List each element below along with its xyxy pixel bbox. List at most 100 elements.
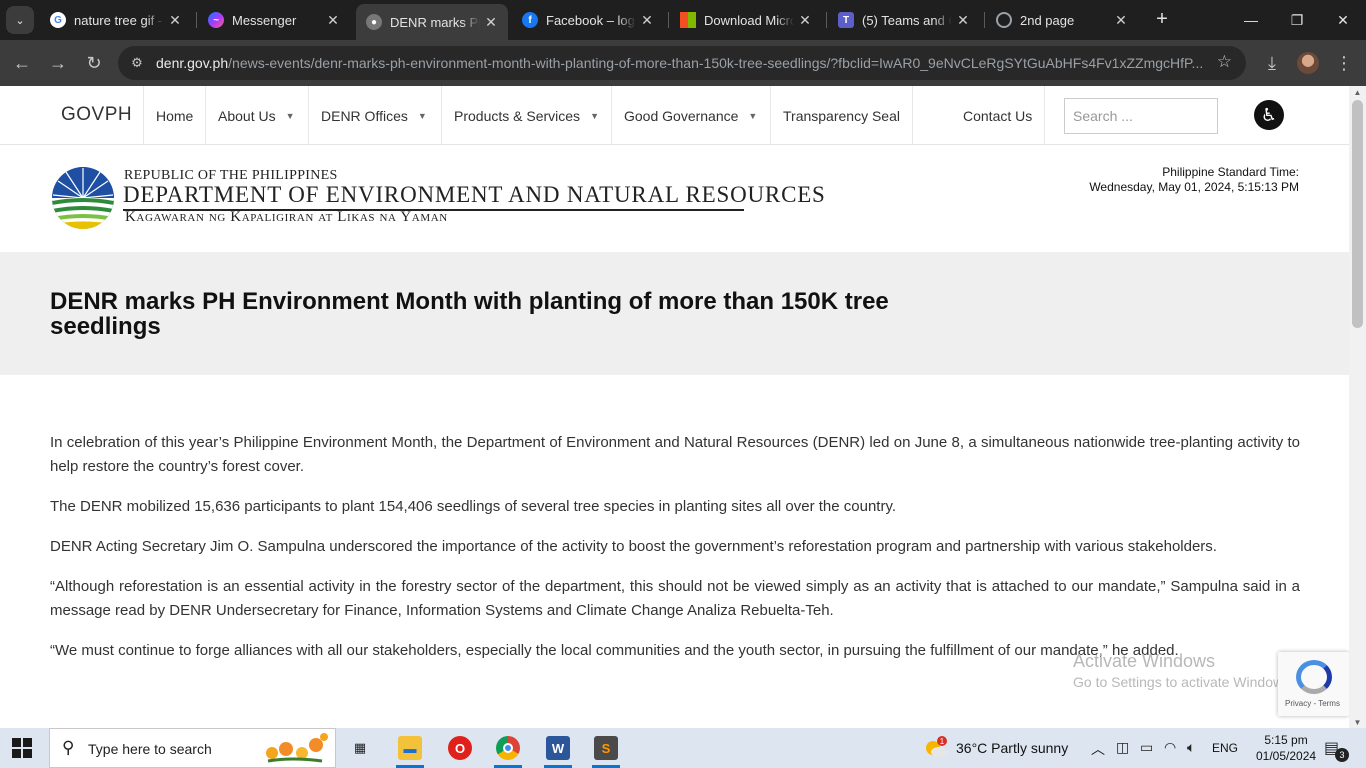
chrome-icon[interactable] [484,728,532,768]
address-bar[interactable]: ⚙ denr.gov.ph/news-events/denr-marks-ph-… [118,46,1246,80]
nav-label: Products & Services [454,107,581,124]
caret-down-icon: ▼ [285,110,295,121]
watermark-subtitle: Go to Settings to activate Windows. [1073,674,1294,690]
logo-kagawaran-text: Kagawaran ng Kapaligiran at Likas na Yam… [125,209,448,225]
recaptcha-badge[interactable]: Privacy - Terms [1278,652,1349,716]
accessibility-icon[interactable]: ♿ [1254,100,1284,130]
article-paragraph: In celebration of this year’s Philippine… [50,434,1300,475]
close-tab-icon[interactable]: ✕ [794,12,816,29]
tab-google-search[interactable]: G nature tree gif - Google Search ✕ [40,4,192,36]
restore-window-icon[interactable]: ❐ [1274,6,1320,34]
tab-separator [984,12,985,28]
tab-teams-channels[interactable]: T (5) Teams and Channels ✕ [828,4,980,36]
nav-good-governance[interactable]: Good Governance ▼ [611,86,769,145]
nav-home[interactable]: Home [143,86,205,145]
minimize-window-icon[interactable]: — [1228,6,1274,34]
taskbar-search-placeholder: Type here to search [88,741,212,757]
taskbar-search-box[interactable]: ⚲ Type here to search [49,728,336,768]
close-tab-icon[interactable]: ✕ [636,12,658,29]
facebook-icon: f [522,12,538,28]
recaptcha-links[interactable]: Privacy - Terms [1285,699,1340,708]
scroll-down-arrow-icon[interactable]: ▼ [1353,718,1362,727]
url-path: /news-events/denr-marks-ph-environment-m… [228,55,1204,71]
page-scrollbar[interactable]: ▲ ▼ [1349,86,1366,728]
language-indicator[interactable]: ENG [1212,741,1238,755]
site-info-icon[interactable]: ⚙ [126,53,148,73]
close-tab-icon[interactable]: ✕ [952,12,974,29]
close-tab-icon[interactable]: ✕ [1110,12,1132,29]
reload-icon[interactable]: ↻ [80,49,108,77]
nav-contact-us[interactable]: Contact Us [951,86,1046,145]
site-search-input[interactable]: Search ... [1064,98,1218,134]
close-tab-icon[interactable]: ✕ [480,14,502,31]
word-icon[interactable]: W [534,728,582,768]
denr-logo-icon[interactable] [52,167,114,229]
close-tab-icon[interactable]: ✕ [322,12,344,29]
task-view-icon[interactable]: ▦ [336,728,384,768]
flowers-icon [266,733,328,763]
windows-start-icon[interactable] [12,738,32,758]
tab-2nd-page[interactable]: 2nd page ✕ [986,4,1138,36]
article-body: In celebration of this year’s Philippine… [50,431,1300,679]
tab-download-teams[interactable]: Download Microsoft Teams ✕ [670,4,822,36]
caret-down-icon: ▼ [748,110,758,121]
weather-text[interactable]: 36°C Partly sunny [956,740,1068,756]
battery-icon[interactable]: ▭ [1140,739,1153,756]
messenger-icon: ~ [208,12,224,28]
browser-tab-strip: ⌄ G nature tree gif - Google Search ✕ ~ … [0,0,1366,40]
watermark-title: Activate Windows [1073,651,1216,671]
globe-icon [996,12,1012,28]
nav-label: Home [156,107,194,124]
notification-badge: 3 [1335,748,1349,762]
clock-time: 5:15 pm [1264,733,1308,747]
microsoft-icon [680,12,696,28]
logo-department-text: DEPARTMENT OF ENVIRONMENT AND NATURAL RE… [123,182,826,207]
tab-title: Download Microsoft Teams [704,12,794,28]
tab-messenger[interactable]: ~ Messenger ✕ [198,4,350,36]
back-arrow-icon[interactable]: ← [8,49,36,77]
tab-title: (5) Teams and Channels [862,12,952,28]
weather-badge: 1 [940,737,945,746]
opera-icon[interactable]: O [436,728,484,768]
caret-down-icon: ▼ [417,110,427,121]
forward-arrow-icon[interactable]: → [44,49,72,77]
nav-transparency-seal[interactable]: Transparency Seal [770,86,913,145]
nav-denr-offices[interactable]: DENR Offices ▼ [308,86,439,145]
tab-denr[interactable]: ● DENR marks PH Environment Month ✕ [356,4,508,40]
close-window-icon[interactable]: ✕ [1320,6,1366,34]
article-paragraph: “Although reforestation is an essential … [50,578,1300,619]
close-tab-icon[interactable]: ✕ [164,12,186,29]
url-text[interactable]: denr.gov.ph/news-events/denr-marks-ph-en… [156,55,1206,73]
pst-clock: Wednesday, May 01, 2024, 5:15:13 PM [1089,180,1299,194]
govph-brand-link[interactable]: GOVPH [61,104,132,126]
new-tab-button[interactable]: + [1150,8,1174,32]
profile-avatar[interactable] [1297,52,1319,74]
scrollbar-thumb[interactable] [1352,100,1363,328]
article-title: DENR marks PH Environment Month with pla… [50,288,889,340]
recaptcha-icon [1296,660,1332,694]
show-hidden-icons-chevron-icon[interactable]: ︿ [1091,739,1105,759]
tab-title: Messenger [232,12,297,28]
search-icon: ⚲ [62,738,75,757]
scroll-up-arrow-icon[interactable]: ▲ [1353,88,1362,97]
download-icon[interactable]: ⤓ [1258,49,1286,77]
tab-facebook[interactable]: f Facebook – log in or sign up ✕ [512,4,664,36]
tab-title: 2nd page [1020,12,1075,28]
wifi-icon[interactable]: ◠ [1164,739,1176,756]
nav-label: DENR Offices [321,107,408,124]
site-header: REPUBLIC OF THE PHILIPPINES DEPARTMENT O… [0,146,1349,252]
nav-label: Good Governance [624,107,739,124]
pst-label: Philippine Standard Time: [1162,165,1299,179]
nav-products-services[interactable]: Products & Services ▼ [441,86,611,145]
menu-kebab-icon[interactable]: ⋮ [1330,49,1358,77]
meet-now-icon[interactable]: ◫ [1116,739,1129,756]
bookmark-star-icon[interactable]: ☆ [1217,52,1232,72]
teams-icon: T [838,12,854,28]
weather-icon[interactable]: 1 [924,736,948,760]
tab-search-button[interactable]: ⌄ [6,6,34,34]
volume-icon[interactable]: 🔈︎ [1187,739,1195,756]
sublime-text-icon[interactable]: S [582,728,630,768]
taskbar-clock[interactable]: 5:15 pm 01/05/2024 [1256,732,1316,764]
file-explorer-icon[interactable]: ▬ [386,728,434,768]
nav-about-us[interactable]: About Us ▼ [205,86,307,145]
